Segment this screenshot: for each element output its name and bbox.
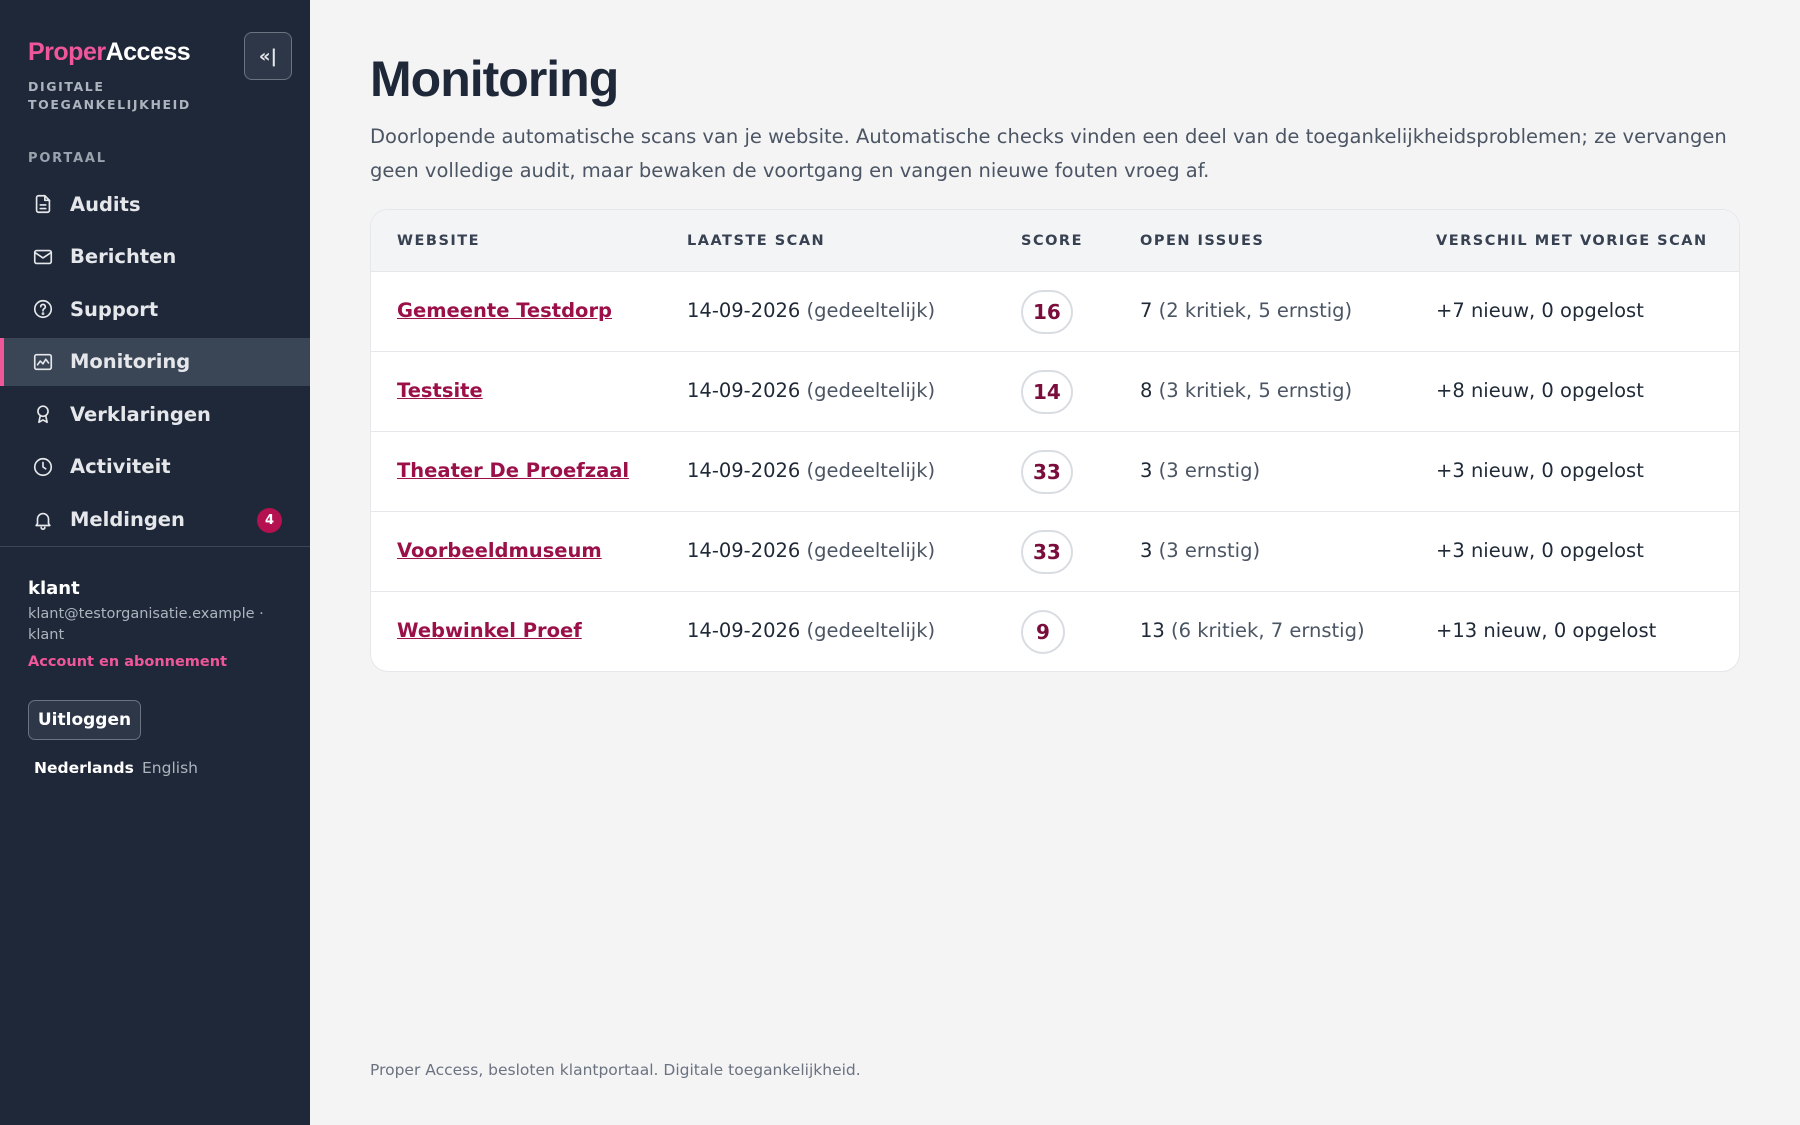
page-footer: Proper Access, besloten klantportaal. Di… bbox=[370, 1061, 861, 1079]
issues-count: 7 bbox=[1140, 299, 1153, 322]
award-icon bbox=[30, 401, 56, 427]
website-link[interactable]: Testsite bbox=[397, 379, 483, 402]
issues-detail: (3 ernstig) bbox=[1158, 539, 1261, 562]
issues-detail: (6 kritiek, 7 ernstig) bbox=[1171, 619, 1365, 642]
open-issues-cell: 7 (2 kritiek, 5 ernstig) bbox=[1140, 299, 1352, 322]
sidebar-item-support[interactable]: Support bbox=[0, 285, 310, 333]
brand-part-access: Access bbox=[105, 38, 191, 66]
sidebar-item-label: Berichten bbox=[70, 245, 177, 269]
sidebar-divider bbox=[0, 546, 310, 547]
diff-cell: +3 nieuw, 0 opgelost bbox=[1436, 459, 1644, 482]
scan-note: (gedeeltelijk) bbox=[806, 299, 936, 322]
sidebar-item-berichten[interactable]: Berichten bbox=[0, 233, 310, 281]
website-link[interactable]: Voorbeeldmuseum bbox=[397, 539, 602, 562]
issues-count: 3 bbox=[1140, 459, 1153, 482]
clock-icon bbox=[30, 454, 56, 480]
issues-detail: (3 kritiek, 5 ernstig) bbox=[1158, 379, 1353, 402]
sidebar-item-activiteit[interactable]: Activiteit bbox=[0, 443, 310, 491]
notification-count-badge: 4 bbox=[257, 507, 282, 533]
user-name: klant bbox=[28, 578, 80, 599]
brand-tagline: DIGITALE TOEGANKELIJKHEID bbox=[28, 79, 191, 112]
sidebar-item-label: Audits bbox=[70, 192, 141, 216]
scan-date: 14-09-2026 bbox=[687, 379, 801, 402]
website-link[interactable]: Gemeente Testdorp bbox=[397, 299, 612, 322]
open-issues-cell: 3 (3 ernstig) bbox=[1140, 459, 1260, 482]
website-link[interactable]: Theater De Proefzaal bbox=[397, 459, 629, 482]
issues-count: 13 bbox=[1140, 619, 1165, 642]
score-badge: 9 bbox=[1021, 610, 1065, 654]
last-scan-cell: 14-09-2026 (gedeeltelijk) bbox=[687, 459, 935, 482]
brand-part-proper: Proper bbox=[28, 38, 106, 66]
mail-icon bbox=[30, 244, 56, 270]
scan-note: (gedeeltelijk) bbox=[806, 619, 936, 642]
last-scan-cell: 14-09-2026 (gedeeltelijk) bbox=[687, 379, 935, 402]
brand-logo[interactable]: ProperAccess bbox=[28, 38, 191, 67]
issues-count: 8 bbox=[1140, 379, 1153, 402]
column-header-website: WEBSITE bbox=[397, 233, 481, 249]
last-scan-cell: 14-09-2026 (gedeeltelijk) bbox=[687, 539, 935, 562]
scan-note: (gedeeltelijk) bbox=[806, 379, 936, 402]
user-email: klant@testorganisatie.example · klant bbox=[28, 606, 264, 643]
page-intro: Doorlopende automatische scans van je we… bbox=[370, 125, 1727, 182]
score-badge: 16 bbox=[1021, 290, 1073, 334]
sidebar-item-label: Activiteit bbox=[70, 455, 171, 479]
column-header-diff: VERSCHIL MET VORIGE SCAN bbox=[1436, 233, 1708, 249]
scan-date: 14-09-2026 bbox=[687, 619, 801, 642]
website-link[interactable]: Webwinkel Proef bbox=[397, 619, 582, 642]
table-row: Webwinkel Proef 14-09-2026 (gedeeltelijk… bbox=[371, 592, 1739, 671]
last-scan-cell: 14-09-2026 (gedeeltelijk) bbox=[687, 619, 935, 642]
score-badge: 33 bbox=[1021, 450, 1073, 494]
sidebar-item-verklaringen[interactable]: Verklaringen bbox=[0, 390, 310, 438]
score-badge: 33 bbox=[1021, 530, 1073, 574]
sidebar-item-label: Monitoring bbox=[70, 350, 191, 374]
language-en-link[interactable]: English bbox=[142, 759, 198, 777]
sidebar-item-label: Verklaringen bbox=[70, 402, 211, 426]
table-row: Testsite 14-09-2026 (gedeeltelijk) 14 8 … bbox=[371, 352, 1739, 432]
last-scan-cell: 14-09-2026 (gedeeltelijk) bbox=[687, 299, 935, 322]
diff-cell: +3 nieuw, 0 opgelost bbox=[1436, 539, 1644, 562]
scan-date: 14-09-2026 bbox=[687, 539, 801, 562]
sidebar: ProperAccess DIGITALE TOEGANKELIJKHEID «… bbox=[0, 0, 310, 1125]
language-nl-link[interactable]: Nederlands bbox=[34, 759, 134, 777]
sidebar-item-audits[interactable]: Audits bbox=[0, 180, 310, 228]
table-row: Gemeente Testdorp 14-09-2026 (gedeelteli… bbox=[371, 272, 1739, 352]
table-row: Voorbeeldmuseum 14-09-2026 (gedeeltelijk… bbox=[371, 512, 1739, 592]
monitoring-table: WEBSITE LAATSTE SCAN SCORE OPEN ISSUES V… bbox=[370, 209, 1740, 672]
diff-cell: +7 nieuw, 0 opgelost bbox=[1436, 299, 1644, 322]
column-header-open-issues: OPEN ISSUES bbox=[1140, 233, 1265, 249]
account-subscription-link[interactable]: Account en abonnement bbox=[28, 654, 227, 670]
sidebar-item-label: Support bbox=[70, 297, 159, 321]
scan-note: (gedeeltelijk) bbox=[806, 539, 936, 562]
issues-detail: (3 ernstig) bbox=[1158, 459, 1261, 482]
score-badge: 14 bbox=[1021, 370, 1073, 414]
open-issues-cell: 8 (3 kritiek, 5 ernstig) bbox=[1140, 379, 1352, 402]
column-header-score: SCORE bbox=[1021, 233, 1083, 249]
sidebar-item-meldingen[interactable]: Meldingen 4 bbox=[0, 496, 310, 544]
document-icon bbox=[30, 191, 56, 217]
sidebar-nav: Audits Berichten Support Monitoring Verk… bbox=[0, 180, 310, 548]
diff-cell: +13 nieuw, 0 opgelost bbox=[1436, 619, 1657, 642]
bell-icon bbox=[30, 507, 56, 533]
nav-section-label: PORTAAL bbox=[28, 151, 107, 166]
chart-icon bbox=[30, 349, 56, 375]
table-row: Theater De Proefzaal 14-09-2026 (gedeelt… bbox=[371, 432, 1739, 512]
table-header: WEBSITE LAATSTE SCAN SCORE OPEN ISSUES V… bbox=[371, 210, 1739, 272]
page-title: Monitoring bbox=[370, 51, 619, 107]
collapse-sidebar-button[interactable]: «| bbox=[244, 32, 292, 80]
issues-detail: (2 kritiek, 5 ernstig) bbox=[1158, 299, 1353, 322]
sidebar-item-label: Meldingen bbox=[70, 508, 185, 532]
open-issues-cell: 3 (3 ernstig) bbox=[1140, 539, 1260, 562]
scan-date: 14-09-2026 bbox=[687, 459, 801, 482]
scan-date: 14-09-2026 bbox=[687, 299, 801, 322]
logout-button[interactable]: Uitloggen bbox=[28, 700, 141, 740]
column-header-last-scan: LAATSTE SCAN bbox=[687, 233, 826, 249]
diff-cell: +8 nieuw, 0 opgelost bbox=[1436, 379, 1644, 402]
scan-note: (gedeeltelijk) bbox=[806, 459, 936, 482]
issues-count: 3 bbox=[1140, 539, 1153, 562]
help-circle-icon bbox=[30, 296, 56, 322]
sidebar-item-monitoring[interactable]: Monitoring bbox=[0, 337, 310, 386]
open-issues-cell: 13 (6 kritiek, 7 ernstig) bbox=[1140, 619, 1365, 642]
